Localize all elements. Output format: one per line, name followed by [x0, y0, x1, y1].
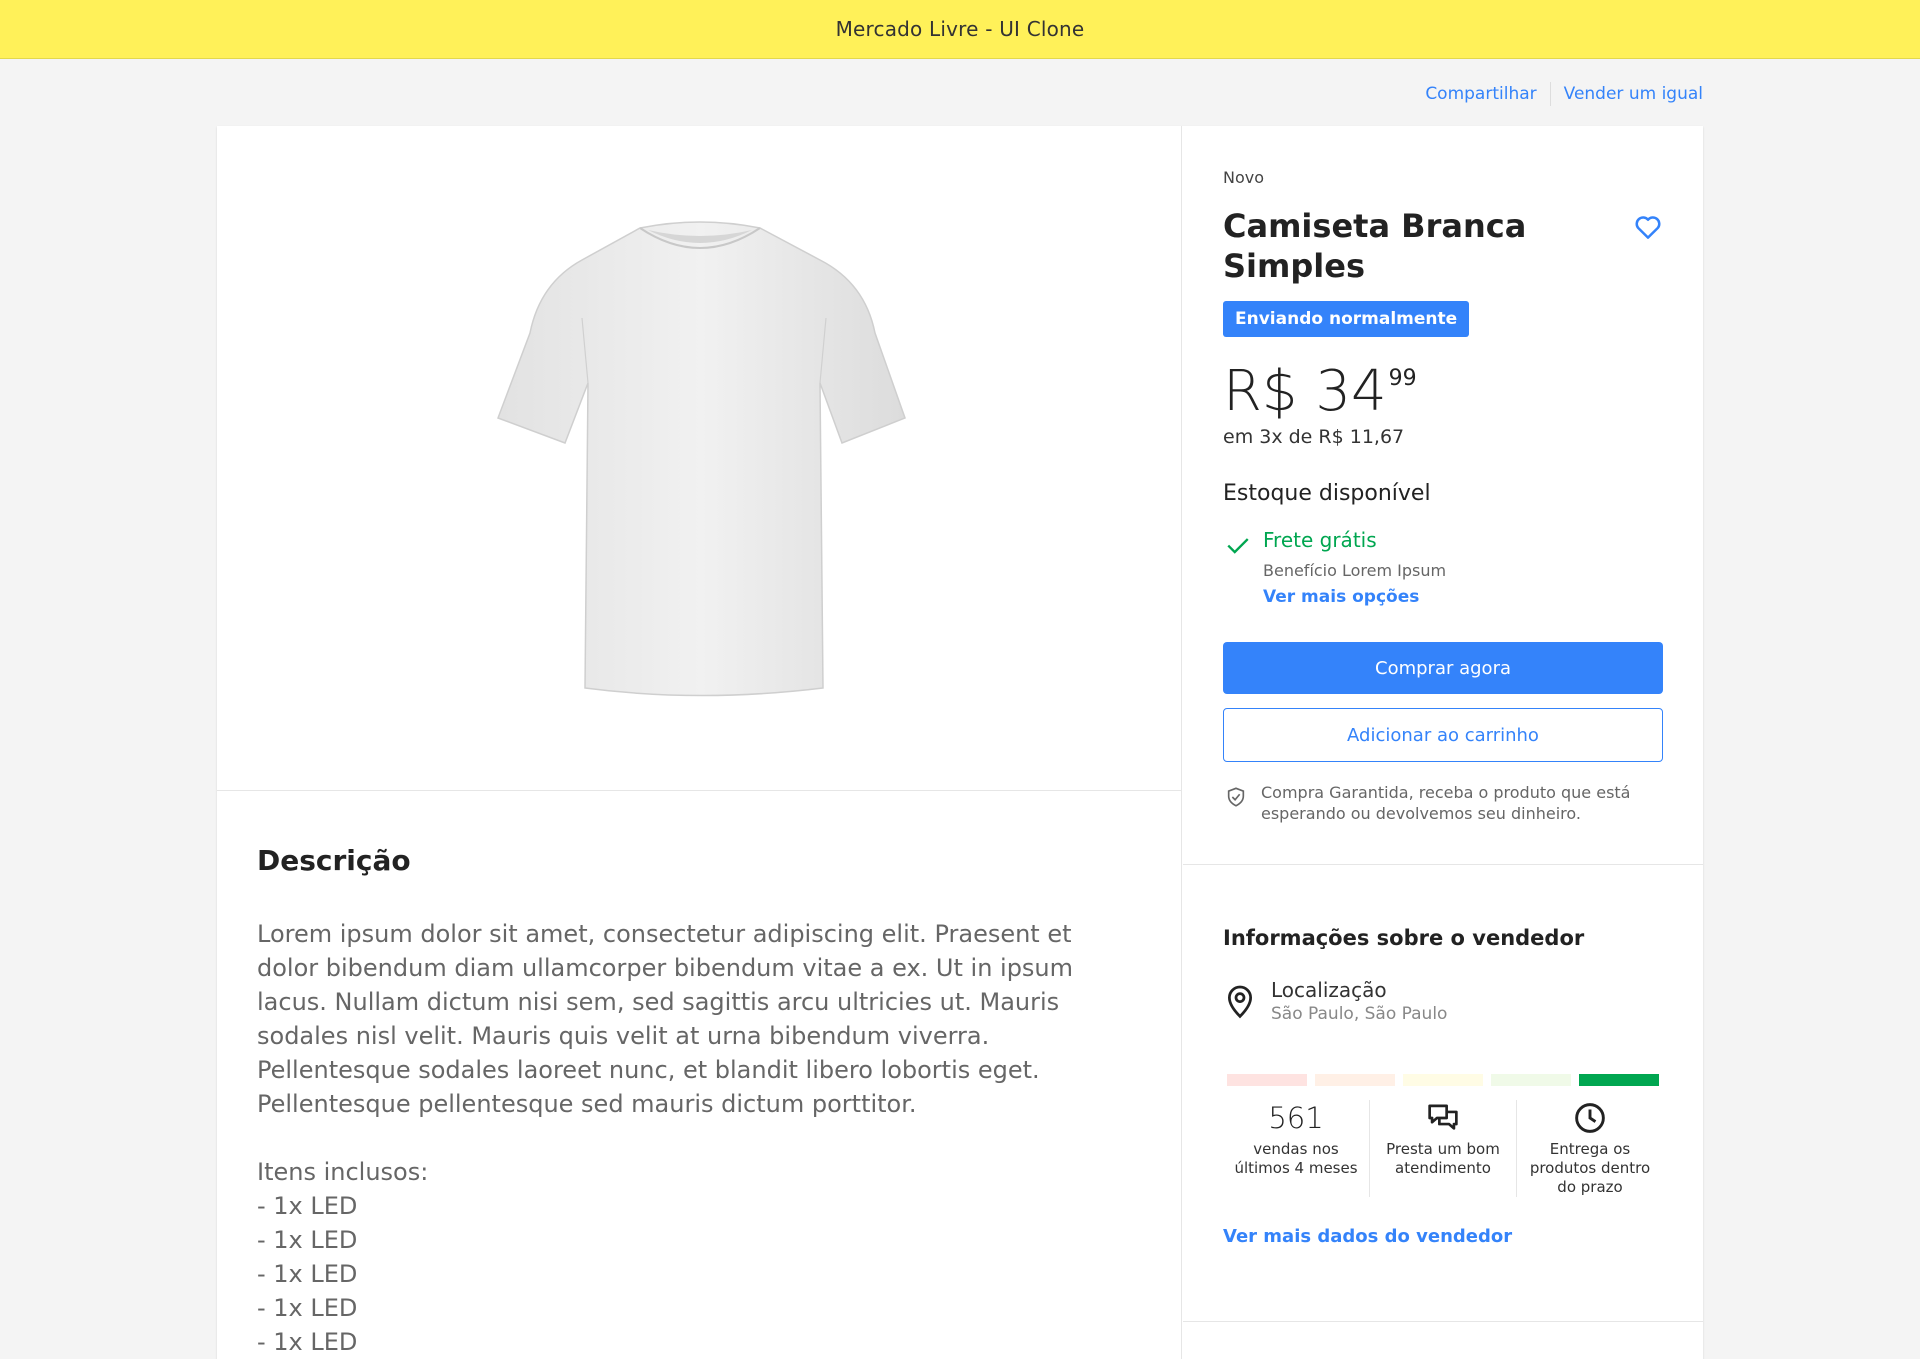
page-actions: Compartilhar Vender um igual	[1425, 82, 1703, 106]
service-metric: Presta um bom atendimento	[1370, 1100, 1517, 1197]
condition-label: Novo	[1223, 168, 1265, 187]
shipping-status-badge: Enviando normalmente	[1223, 301, 1470, 337]
sales-count: 561	[1268, 1101, 1324, 1135]
sales-metric: 561 vendas nos últimos 4 meses	[1223, 1100, 1370, 1197]
left-column: Descrição Lorem ipsum dolor sit amet, co…	[217, 126, 1182, 1359]
product-image[interactable]	[490, 208, 910, 708]
guarantee-text: Compra Garantida, receba o produto que e…	[1261, 783, 1631, 823]
free-shipping-label: Frete grátis	[1263, 528, 1377, 552]
reputation-thermometer	[1227, 1074, 1659, 1086]
location-label: Localização	[1271, 978, 1387, 1002]
description-title: Descrição	[257, 844, 411, 877]
seller-info: Informações sobre o vendedor Localização…	[1223, 926, 1663, 1247]
price-cents: 99	[1388, 366, 1417, 391]
benefit-text: Benefício Lorem Ipsum	[1263, 561, 1447, 580]
list-item: - 1x LED	[257, 1192, 358, 1220]
seller-metrics: 561 vendas nos últimos 4 meses Presta um…	[1223, 1100, 1663, 1197]
shield-icon	[1227, 787, 1245, 807]
clock-icon	[1575, 1103, 1605, 1133]
product-gallery	[217, 126, 1182, 791]
description-section: Descrição Lorem ipsum dolor sit amet, co…	[257, 844, 1137, 1359]
thermometer-level-4	[1491, 1074, 1571, 1086]
list-item: - 1x LED	[257, 1260, 358, 1288]
list-item: - 1x LED	[257, 1294, 358, 1322]
buy-now-button[interactable]: Comprar agora	[1223, 642, 1663, 694]
list-item: - 1x LED	[257, 1226, 358, 1254]
description-text: Lorem ipsum dolor sit amet, consectetur …	[257, 920, 1074, 1118]
price-main: R$ 34	[1223, 359, 1387, 424]
stock-status: Estoque disponível	[1223, 481, 1431, 506]
included-items-title: Itens inclusos:	[257, 1158, 429, 1186]
seller-details-link[interactable]: Ver mais dados do vendedor	[1223, 1226, 1512, 1247]
right-column: Novo Camiseta Branca Simples Enviando no…	[1183, 126, 1703, 1359]
check-icon	[1227, 538, 1249, 554]
more-options-link[interactable]: Ver mais opções	[1263, 587, 1419, 607]
included-items: Itens inclusos: - 1x LED - 1x LED - 1x L…	[257, 1155, 1137, 1359]
product-card: Descrição Lorem ipsum dolor sit amet, co…	[217, 126, 1703, 1359]
top-bar: Mercado Livre - UI Clone	[0, 0, 1920, 59]
product-title: Camiseta Branca Simples	[1223, 207, 1527, 285]
heart-icon[interactable]	[1633, 212, 1663, 242]
app-title: Mercado Livre - UI Clone	[835, 17, 1085, 41]
thermometer-level-2	[1315, 1074, 1395, 1086]
thermometer-level-3	[1403, 1074, 1483, 1086]
chat-icon	[1428, 1104, 1458, 1130]
price: R$ 34 99	[1223, 358, 1417, 426]
installments-text: em 3x de R$ 11,67	[1223, 426, 1405, 448]
delivery-text: Entrega os produtos dentro do prazo	[1529, 1140, 1651, 1196]
thermometer-level-5	[1579, 1074, 1659, 1086]
service-text: Presta um bom atendimento	[1386, 1140, 1500, 1177]
section-divider	[1183, 1321, 1703, 1322]
location-pin-icon	[1227, 985, 1253, 1019]
location-value: São Paulo, São Paulo	[1271, 1004, 1448, 1024]
section-divider	[1183, 864, 1703, 865]
actions-divider	[1549, 82, 1551, 106]
delivery-metric: Entrega os produtos dentro do prazo	[1517, 1100, 1663, 1197]
add-to-cart-button[interactable]: Adicionar ao carrinho	[1223, 708, 1663, 762]
sell-same-link[interactable]: Vender um igual	[1564, 84, 1703, 104]
list-item: - 1x LED	[257, 1328, 358, 1356]
seller-info-title: Informações sobre o vendedor	[1223, 926, 1585, 950]
share-link[interactable]: Compartilhar	[1425, 84, 1536, 104]
thermometer-level-1	[1227, 1074, 1307, 1086]
sales-text: vendas nos últimos 4 meses	[1234, 1140, 1358, 1177]
